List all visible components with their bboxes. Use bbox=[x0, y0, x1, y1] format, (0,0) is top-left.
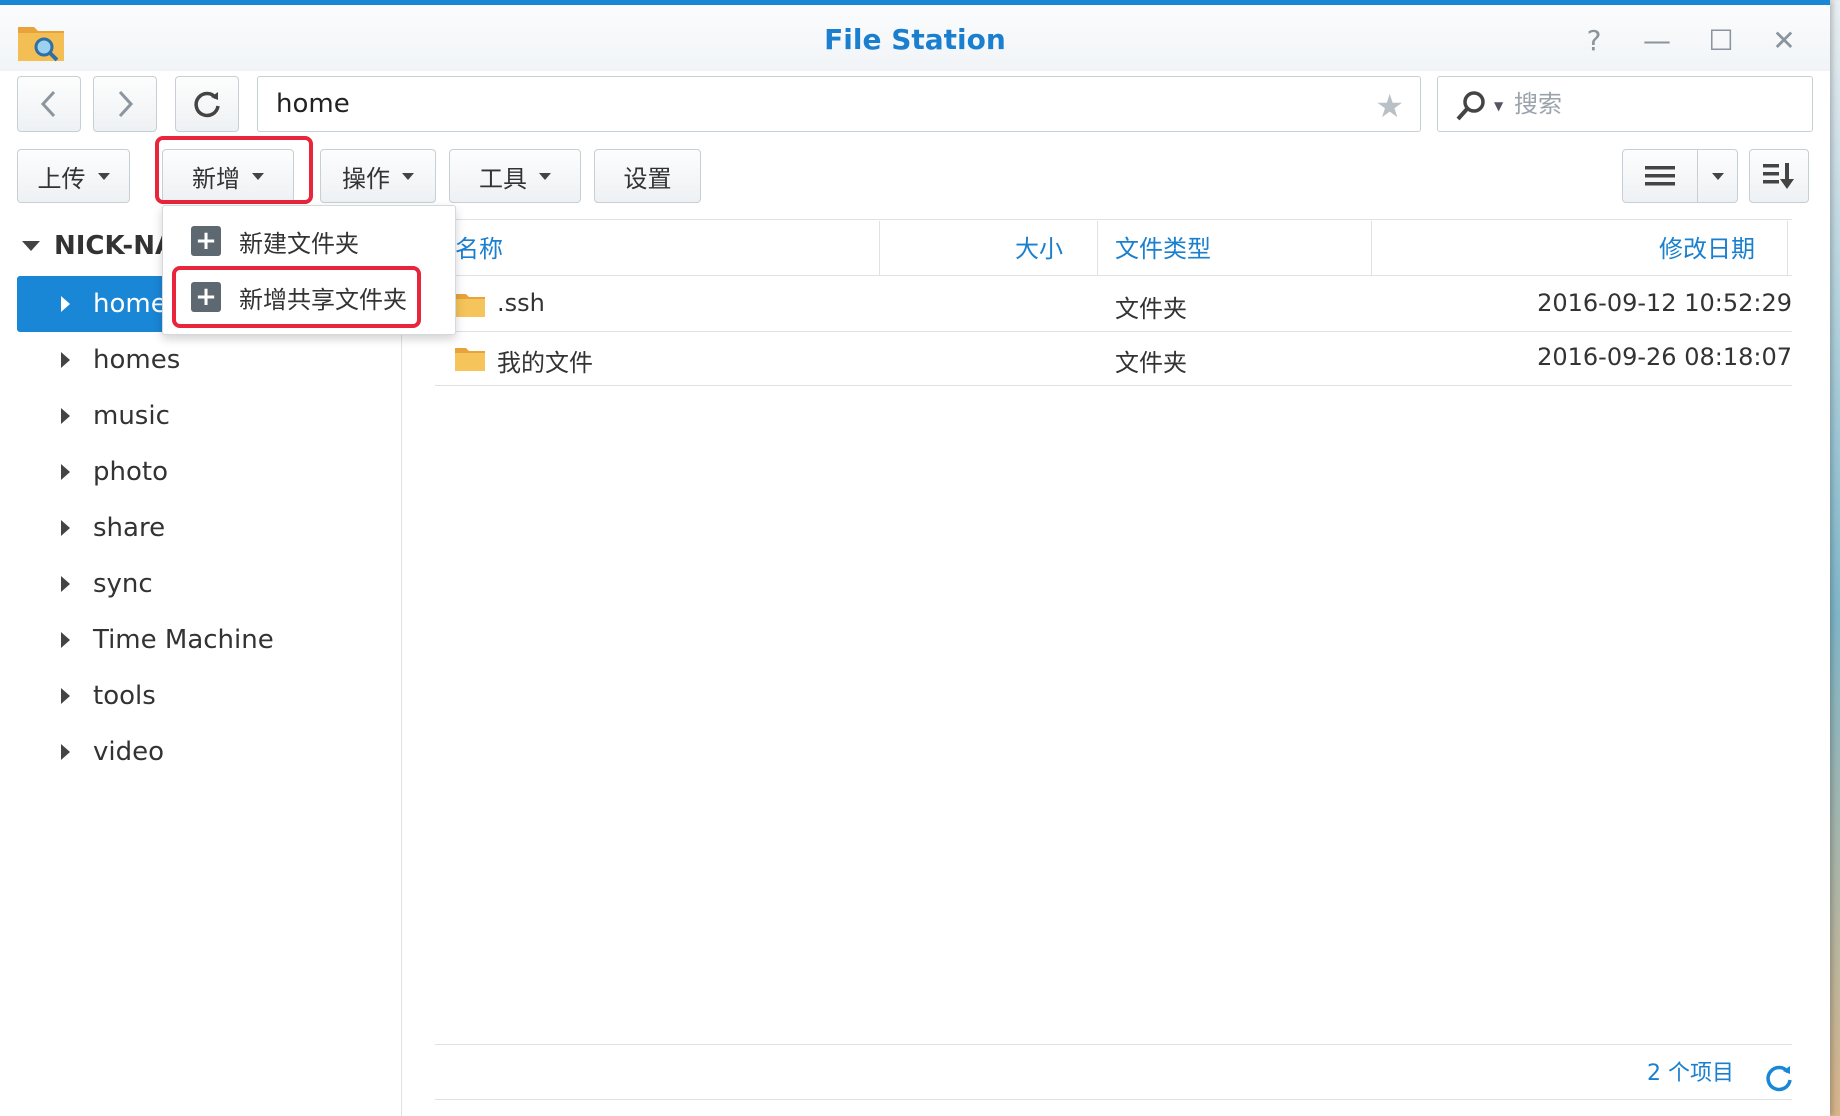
sidebar-item-label: Time Machine bbox=[93, 625, 274, 655]
action-button[interactable]: 操作 bbox=[320, 149, 436, 203]
search-input[interactable] bbox=[1514, 85, 1794, 123]
settings-button[interactable]: 设置 bbox=[594, 149, 701, 203]
sidebar-item-sync[interactable]: sync bbox=[17, 556, 403, 612]
menu-item-label: 新建文件夹 bbox=[239, 229, 359, 258]
sidebar-item-time-machine[interactable]: Time Machine bbox=[17, 612, 403, 668]
current-path: home bbox=[276, 89, 350, 119]
upload-label: 上传 bbox=[37, 164, 86, 193]
file-name: .ssh bbox=[497, 289, 545, 317]
column-header-modified[interactable]: 修改日期 bbox=[1659, 217, 1755, 275]
collapsed-arrow-icon bbox=[61, 352, 70, 368]
collapsed-arrow-icon bbox=[61, 576, 70, 592]
file-name: 我的文件 bbox=[497, 349, 593, 377]
row-divider bbox=[435, 385, 1792, 386]
sidebar-tree: NICK-NA home homes music photo share syn… bbox=[0, 217, 403, 1116]
sidebar-item-label: video bbox=[93, 737, 165, 767]
plus-icon: + bbox=[191, 226, 221, 256]
header-bottom-divider bbox=[435, 275, 1792, 276]
sort-button[interactable] bbox=[1749, 149, 1809, 203]
menu-item-new-folder[interactable]: + 新建文件夹 bbox=[163, 214, 455, 268]
chevron-right-icon bbox=[118, 90, 134, 118]
root-node-label: NICK-NA bbox=[54, 231, 176, 261]
search-icon bbox=[1456, 91, 1485, 121]
view-mode-dropdown[interactable] bbox=[1697, 149, 1738, 203]
sidebar-item-label: sync bbox=[93, 569, 153, 599]
file-modified: 2016-09-12 10:52:29 bbox=[1537, 289, 1792, 317]
caret-down-icon bbox=[1711, 172, 1724, 180]
folder-icon bbox=[455, 294, 485, 317]
column-separator bbox=[1371, 221, 1372, 275]
chevron-left-icon bbox=[40, 90, 56, 118]
tools-button[interactable]: 工具 bbox=[449, 149, 581, 203]
sidebar-item-share[interactable]: share bbox=[17, 500, 403, 556]
refresh-icon[interactable] bbox=[1764, 1063, 1794, 1093]
help-icon[interactable]: ? bbox=[1578, 25, 1610, 57]
column-separator bbox=[1097, 221, 1098, 275]
sidebar-item-label: photo bbox=[93, 457, 168, 487]
action-label: 操作 bbox=[342, 164, 390, 193]
forward-button[interactable] bbox=[93, 76, 157, 132]
file-type: 文件夹 bbox=[1115, 295, 1187, 323]
search-options-caret-icon[interactable]: ▼ bbox=[1494, 99, 1503, 113]
collapsed-arrow-icon bbox=[61, 464, 70, 480]
caret-down-icon bbox=[539, 172, 551, 180]
collapsed-arrow-icon bbox=[61, 632, 70, 648]
upload-button[interactable]: 上传 bbox=[17, 149, 130, 203]
expanded-triangle-icon bbox=[22, 241, 40, 251]
minimize-icon[interactable]: — bbox=[1641, 25, 1673, 57]
collapsed-arrow-icon bbox=[61, 296, 70, 312]
sidebar-item-label: music bbox=[93, 401, 170, 431]
column-header-name[interactable]: 名称 bbox=[455, 217, 503, 275]
table-row[interactable]: 我的文件 文件夹 2016-09-26 08:18:07 bbox=[435, 331, 1792, 385]
status-top-divider bbox=[435, 1044, 1792, 1045]
refresh-button[interactable] bbox=[175, 76, 239, 132]
file-modified: 2016-09-26 08:18:07 bbox=[1537, 343, 1792, 371]
column-header-type[interactable]: 文件类型 bbox=[1115, 217, 1211, 275]
title-bar: File Station ? — ☐ ✕ bbox=[0, 5, 1830, 71]
back-button[interactable] bbox=[17, 76, 81, 132]
folder-icon bbox=[455, 348, 485, 371]
column-separator bbox=[879, 221, 880, 275]
settings-label: 设置 bbox=[623, 164, 672, 193]
caret-down-icon bbox=[402, 172, 414, 180]
sidebar-item-video[interactable]: video bbox=[17, 724, 403, 780]
path-bar[interactable]: home ★ bbox=[257, 76, 1421, 132]
file-station-window: File Station ? — ☐ ✕ home ★ ▼ 上传 新增 操作 工… bbox=[0, 0, 1830, 1116]
sidebar-item-tools[interactable]: tools bbox=[17, 668, 403, 724]
status-bottom-divider bbox=[435, 1099, 1792, 1100]
maximize-icon[interactable]: ☐ bbox=[1705, 25, 1737, 57]
tools-label: 工具 bbox=[479, 164, 527, 193]
new-shared-folder-highlight bbox=[172, 266, 421, 328]
header-top-divider bbox=[435, 219, 1792, 220]
close-icon[interactable]: ✕ bbox=[1768, 25, 1800, 57]
sort-icon bbox=[1763, 163, 1794, 189]
sidebar-item-label: tools bbox=[93, 681, 156, 711]
file-type: 文件夹 bbox=[1115, 349, 1187, 377]
list-view-icon bbox=[1645, 166, 1675, 186]
caret-down-icon bbox=[97, 172, 110, 180]
column-header-size[interactable]: 大小 bbox=[1015, 217, 1063, 275]
collapsed-arrow-icon bbox=[61, 688, 70, 704]
sidebar-root-node[interactable]: NICK-NA bbox=[22, 231, 175, 261]
collapsed-arrow-icon bbox=[61, 520, 70, 536]
sidebar-item-label: homes bbox=[93, 345, 181, 375]
window-title: File Station bbox=[824, 23, 1006, 56]
sidebar-item-label: share bbox=[93, 513, 166, 543]
search-box[interactable]: ▼ bbox=[1437, 76, 1813, 132]
sidebar-item-homes[interactable]: homes bbox=[17, 332, 403, 388]
view-mode-button[interactable] bbox=[1622, 149, 1698, 203]
sidebar-item-label: home bbox=[93, 289, 167, 319]
file-list-panel: 名称 大小 文件类型 修改日期 .ssh 文件夹 2016-09-12 10:5… bbox=[403, 217, 1830, 1116]
sidebar-item-photo[interactable]: photo bbox=[17, 444, 403, 500]
refresh-icon bbox=[194, 91, 220, 118]
favorite-star-icon[interactable]: ★ bbox=[1375, 87, 1404, 125]
create-button-highlight bbox=[155, 136, 313, 204]
table-row[interactable]: .ssh 文件夹 2016-09-12 10:52:29 bbox=[435, 277, 1792, 331]
column-separator bbox=[1787, 221, 1788, 275]
sidebar-item-music[interactable]: music bbox=[17, 388, 403, 444]
collapsed-arrow-icon bbox=[61, 744, 70, 760]
collapsed-arrow-icon bbox=[61, 408, 70, 424]
item-count-text: 2 个项目 bbox=[1647, 1061, 1734, 1086]
